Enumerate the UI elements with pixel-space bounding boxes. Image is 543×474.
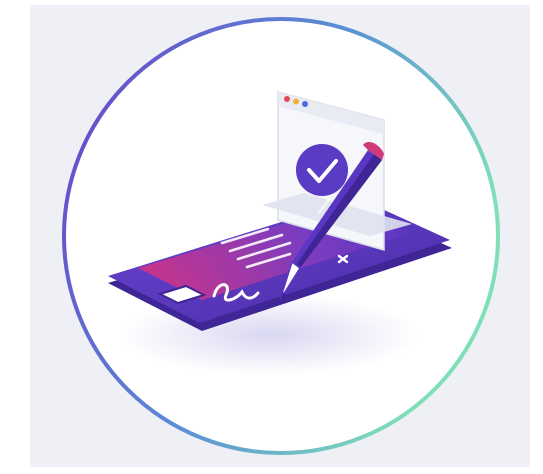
browser-dot-yellow bbox=[293, 98, 299, 105]
illustration-frame bbox=[0, 0, 543, 474]
browser-dot-red bbox=[284, 96, 290, 102]
browser-dot-blue bbox=[302, 101, 308, 107]
e-signature-illustration bbox=[62, 17, 500, 455]
check-badge-icon bbox=[296, 144, 348, 196]
